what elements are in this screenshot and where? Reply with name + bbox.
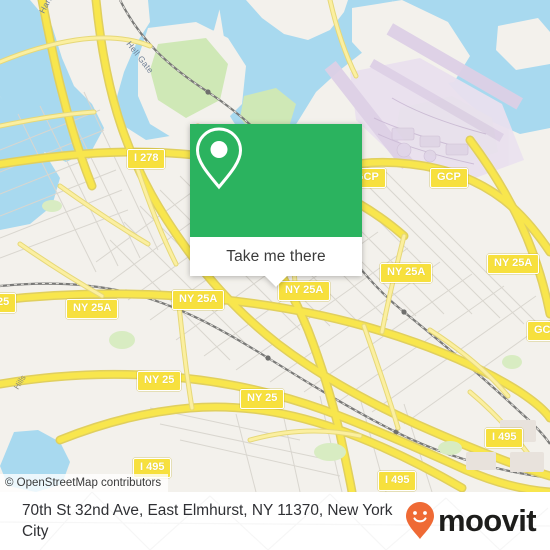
moovit-logo[interactable]: moovit xyxy=(405,501,550,541)
moovit-smiley-pin-icon xyxy=(405,502,434,539)
popup-action-area[interactable]: Take me there xyxy=(190,237,362,276)
address-text: 70th St 32nd Ave, East Elmhurst, NY 1137… xyxy=(22,502,393,540)
popup-icon-area xyxy=(190,124,362,237)
osm-attribution[interactable]: © OpenStreetMap contributors xyxy=(0,474,169,492)
shield-ny-25a-w2: NY 25A xyxy=(66,298,119,319)
moovit-wordmark: moovit xyxy=(437,503,537,538)
shield-25-edge: 25 xyxy=(0,292,17,313)
shield-gcp-right: GCP xyxy=(430,167,468,188)
location-popup-card[interactable]: Take me there xyxy=(190,124,362,287)
moovit-map-screenshot: Harlem River Hell Gate Hills I 278 GCP G… xyxy=(0,0,550,550)
shield-ny-25-w: NY 25 xyxy=(137,370,182,391)
take-me-there-button[interactable]: Take me there xyxy=(226,248,326,266)
map-pin-icon xyxy=(195,127,243,190)
shield-ny-25a-e1: NY 25A xyxy=(380,262,433,283)
shield-i-278: I 278 xyxy=(127,148,166,169)
footer-bar: 70th St 32nd Ave, East Elmhurst, NY 1137… xyxy=(0,492,550,550)
shield-ny-25-e: NY 25 xyxy=(240,388,285,409)
shield-ny-25a-e2: NY 25A xyxy=(487,253,540,274)
popup-pointer-tail xyxy=(265,276,287,287)
map-canvas[interactable]: Harlem River Hell Gate Hills I 278 GCP G… xyxy=(0,0,550,492)
shield-gc-edge: GC xyxy=(527,320,550,341)
shield-i-495-c: I 495 xyxy=(378,470,417,491)
shield-ny-25a-w1: NY 25A xyxy=(172,289,225,310)
shield-i-495-e: I 495 xyxy=(485,427,524,448)
